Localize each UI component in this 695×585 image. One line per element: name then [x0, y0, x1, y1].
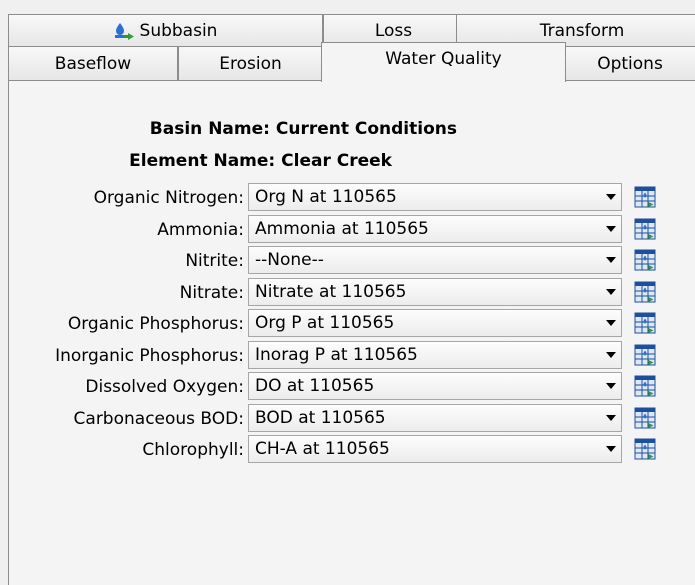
constituent-label: Dissolved Oxygen: [85, 377, 244, 397]
water-quality-editor: Subbasin Loss Transform Baseflow Erosion… [0, 0, 695, 585]
constituent-row: Dissolved Oxygen: DO at 110565 [0, 372, 695, 402]
time-series-select[interactable]: Ammonia at 110565 [248, 214, 622, 243]
time-series-data-icon [634, 312, 656, 334]
tab-loss-label: Loss [374, 21, 413, 41]
chevron-down-icon [601, 405, 621, 431]
time-series-select[interactable]: Inorag P at 110565 [248, 340, 622, 369]
constituent-label: Organic Nitrogen: [93, 188, 244, 208]
tab-subbasin[interactable]: Subbasin [8, 14, 323, 47]
constituent-row: Nitrite: --None-- [0, 246, 695, 276]
time-series-data-button[interactable] [632, 310, 658, 336]
tab-water-quality-label: Water Quality [385, 49, 502, 69]
chevron-down-icon [601, 279, 621, 305]
constituent-row: Organic Phosphorus: Org P at 110565 [0, 309, 695, 339]
tab-water-quality[interactable]: Water Quality [321, 42, 566, 82]
time-series-data-button[interactable] [632, 279, 658, 305]
time-series-select-value: Ammonia at 110565 [255, 218, 429, 239]
tab-erosion[interactable]: Erosion [178, 46, 323, 80]
constituent-row: Carbonaceous BOD: BOD at 110565 [0, 403, 695, 434]
constituent-row: Ammonia: Ammonia at 110565 [0, 214, 695, 245]
constituent-row: Organic Nitrogen: Org N at 110565 [0, 183, 695, 213]
tab-options-label: Options [597, 53, 663, 74]
element-name-label: Element Name: [129, 151, 276, 171]
time-series-data-icon [634, 438, 656, 460]
element-name-value: Clear Creek [281, 151, 392, 171]
time-series-select-value: Org P at 110565 [255, 313, 395, 333]
time-series-data-button[interactable] [632, 247, 658, 273]
time-series-select[interactable]: BOD at 110565 [248, 403, 622, 432]
time-series-data-icon [634, 344, 656, 365]
time-series-select[interactable]: DO at 110565 [248, 372, 622, 400]
time-series-data-icon [634, 407, 656, 428]
time-series-select[interactable]: CH-A at 110565 [248, 435, 622, 463]
tab-baseflow-label: Baseflow [54, 53, 132, 74]
element-name-line: Element Name: Clear Creek [0, 151, 392, 171]
constituent-label: Organic Phosphorus: [67, 314, 244, 334]
time-series-select-value: BOD at 110565 [255, 407, 386, 428]
time-series-data-icon [634, 186, 656, 208]
constituent-row: Inorganic Phosphorus: Inorag P at 110565 [0, 340, 695, 371]
time-series-data-button[interactable] [632, 373, 658, 399]
time-series-select[interactable]: Org N at 110565 [248, 183, 622, 211]
time-series-select-value: Org N at 110565 [255, 187, 397, 207]
tab-baseflow[interactable]: Baseflow [8, 46, 178, 80]
constituent-label: Nitrate: [179, 282, 244, 303]
tab-erosion-label: Erosion [219, 53, 282, 74]
basin-name-value: Current Conditions [275, 119, 457, 139]
time-series-data-button[interactable] [632, 184, 658, 210]
time-series-data-button[interactable] [632, 342, 658, 368]
time-series-select-value: Nitrate at 110565 [255, 281, 407, 302]
constituent-label: Ammonia: [157, 219, 244, 240]
tab-subbasin-label: Subbasin [139, 21, 218, 41]
constituent-row: Chlorophyll: CH-A at 110565 [0, 435, 695, 465]
tab-options[interactable]: Options [564, 46, 695, 80]
tab-row-bottom: Baseflow Erosion Water Quality Options [8, 42, 695, 82]
time-series-select[interactable]: Nitrate at 110565 [248, 277, 622, 306]
constituent-label: Inorganic Phosphorus: [55, 345, 244, 366]
chevron-down-icon [601, 310, 621, 336]
constituent-label: Carbonaceous BOD: [73, 408, 244, 429]
constituent-label: Chlorophyll: [142, 440, 244, 460]
subbasin-icon [114, 22, 136, 40]
time-series-select[interactable]: Org P at 110565 [248, 309, 622, 337]
constituent-label: Nitrite: [185, 251, 244, 271]
time-series-data-button[interactable] [632, 216, 658, 242]
time-series-data-icon [634, 281, 656, 302]
basin-name-line: Basin Name: Current Conditions [0, 119, 457, 139]
time-series-select[interactable]: --None-- [248, 246, 622, 274]
time-series-select-value: Inorag P at 110565 [255, 344, 418, 365]
time-series-select-value: DO at 110565 [255, 376, 375, 396]
chevron-down-icon [601, 342, 621, 368]
basin-name-label: Basin Name: [149, 119, 270, 139]
constituent-row: Nitrate: Nitrate at 110565 [0, 277, 695, 308]
time-series-data-button[interactable] [632, 405, 658, 431]
tab-transform-label: Transform [539, 21, 625, 41]
chevron-down-icon [601, 373, 621, 399]
chevron-down-icon [601, 216, 621, 242]
time-series-data-icon [634, 218, 656, 239]
chevron-down-icon [601, 436, 621, 462]
time-series-select-value: --None-- [255, 250, 324, 270]
time-series-select-value: CH-A at 110565 [255, 439, 390, 459]
time-series-data-button[interactable] [632, 436, 658, 462]
time-series-data-icon [634, 249, 656, 271]
chevron-down-icon [601, 184, 621, 210]
time-series-data-icon [634, 375, 656, 397]
chevron-down-icon [601, 247, 621, 273]
